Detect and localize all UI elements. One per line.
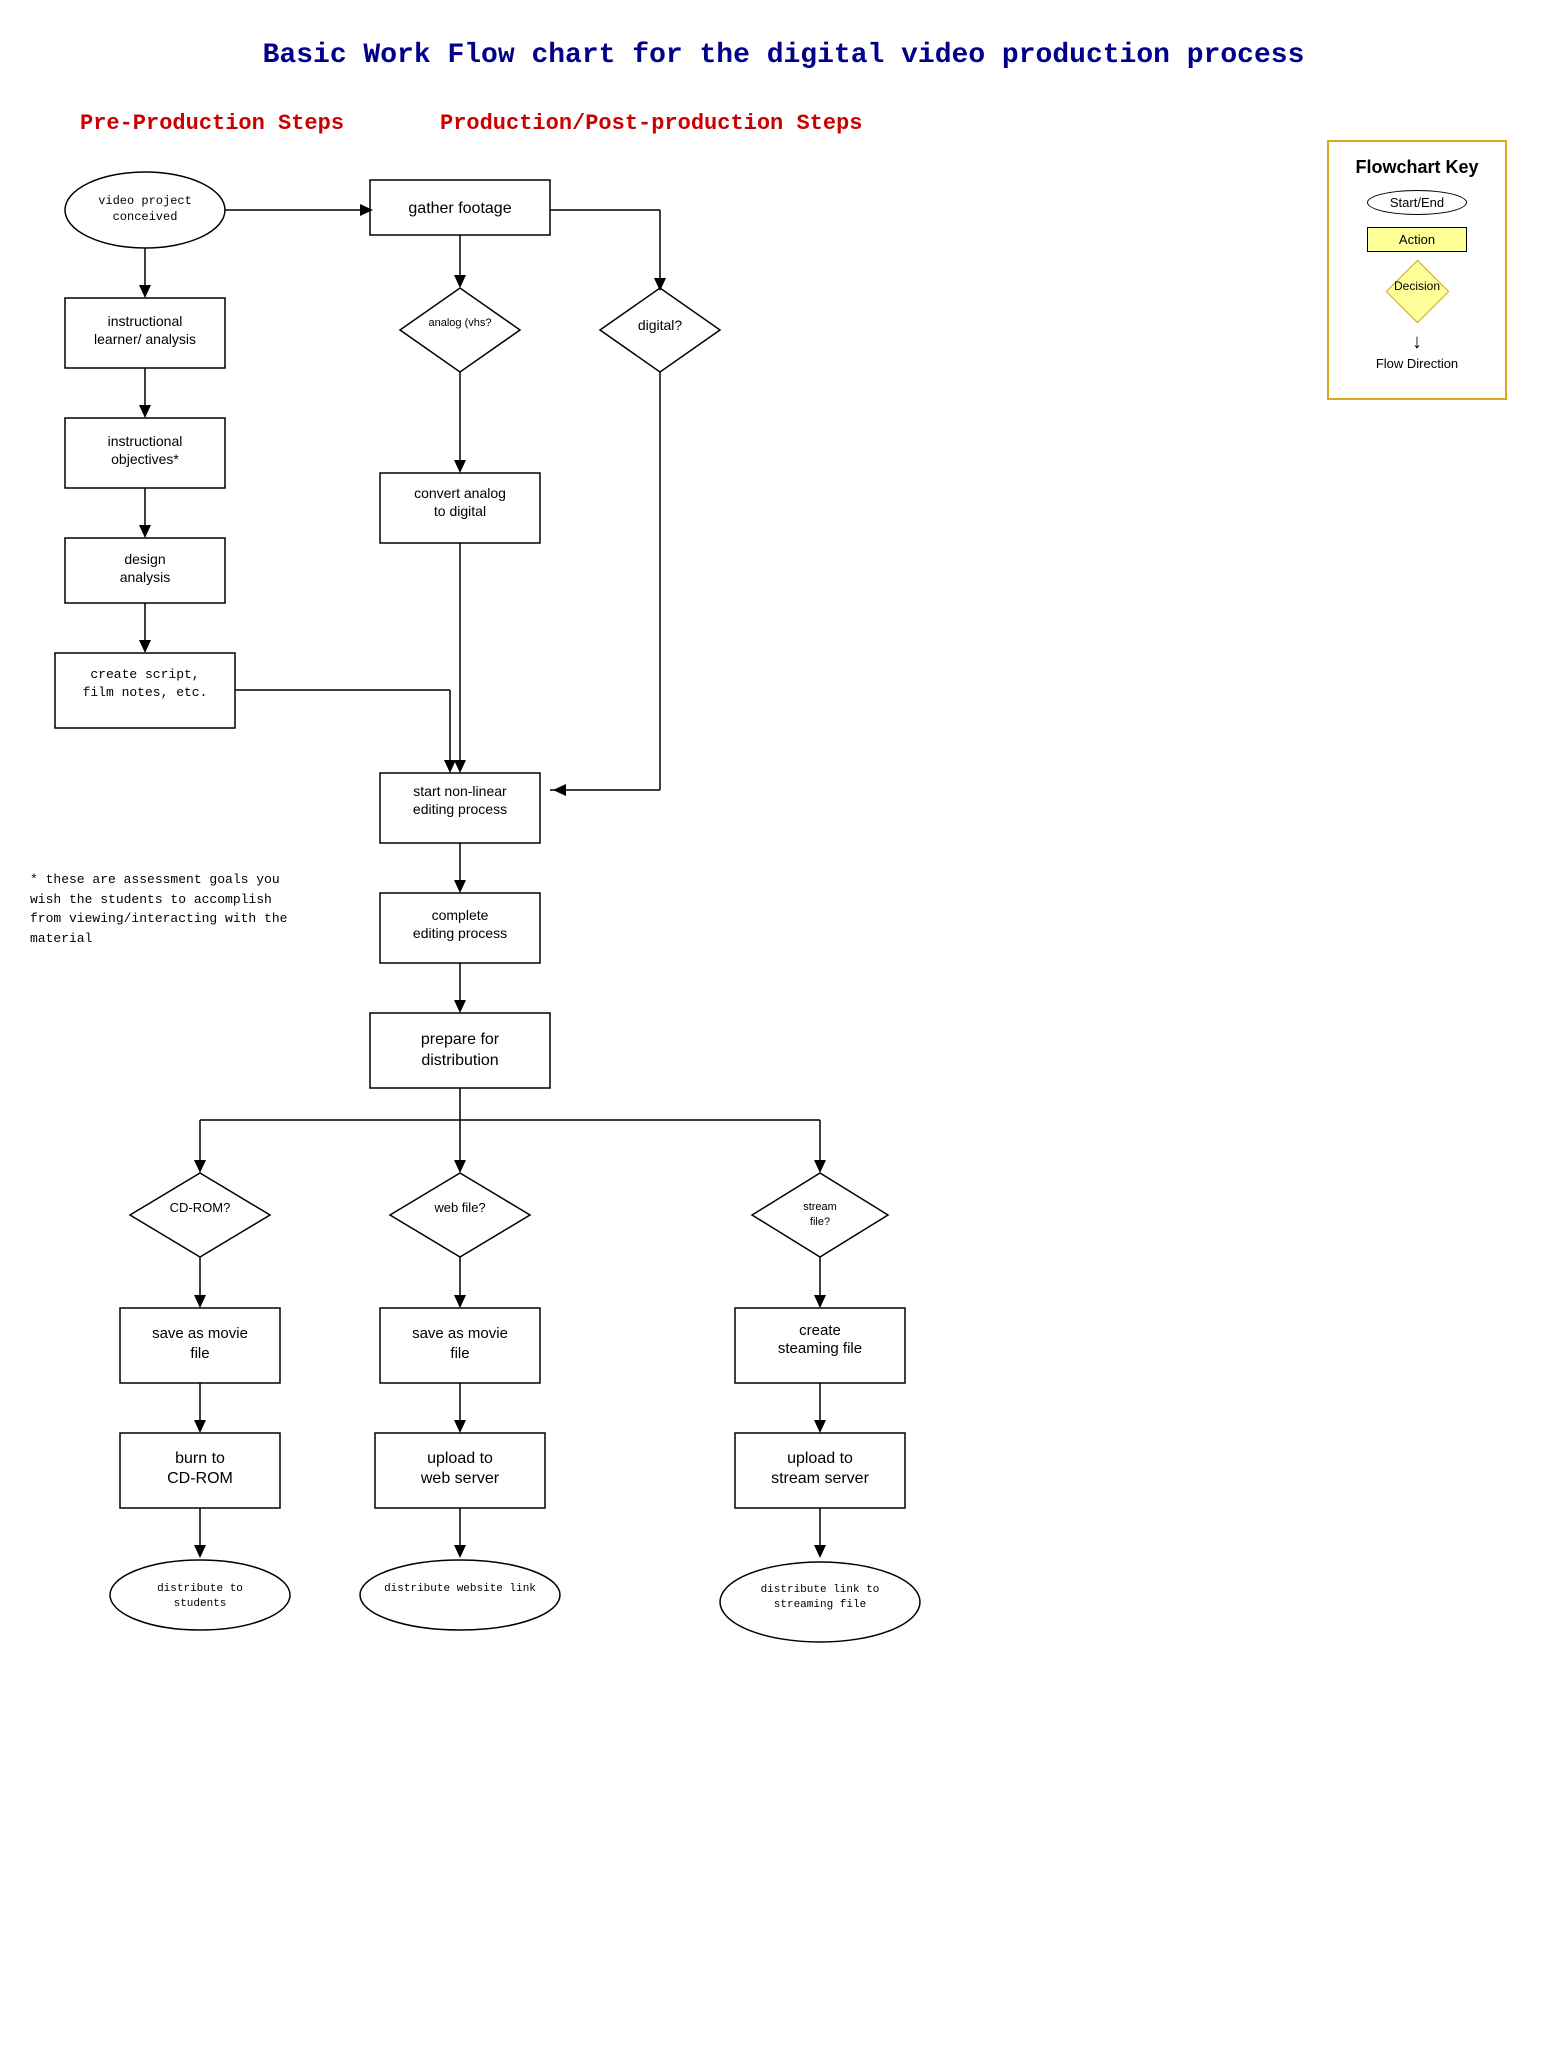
footnote: * these are assessment goals you wish th…: [30, 870, 310, 948]
svg-text:to digital: to digital: [434, 503, 486, 519]
svg-text:instructional: instructional: [108, 313, 183, 329]
svg-text:start non-linear: start non-linear: [413, 783, 507, 799]
svg-text:file?: file?: [810, 1216, 830, 1228]
key-start-end: Start/End: [1349, 190, 1485, 215]
main-title: Basic Work Flow chart for the digital vi…: [60, 40, 1507, 71]
svg-text:CD-ROM: CD-ROM: [167, 1470, 233, 1487]
svg-text:file: file: [190, 1345, 209, 1362]
svg-text:web server: web server: [420, 1470, 500, 1487]
svg-text:design: design: [124, 551, 165, 567]
svg-text:students: students: [174, 1598, 227, 1610]
svg-text:conceived: conceived: [113, 210, 178, 224]
svg-text:film notes, etc.: film notes, etc.: [83, 685, 208, 700]
flowchart-key: Flowchart Key Start/End Action Decision …: [1327, 140, 1507, 400]
svg-text:video project: video project: [98, 194, 192, 208]
key-decision: Decision: [1349, 264, 1485, 319]
svg-text:editing process: editing process: [413, 801, 507, 817]
svg-text:distribute link to: distribute link to: [761, 1584, 880, 1596]
svg-text:save as movie: save as movie: [412, 1325, 508, 1342]
svg-text:stream server: stream server: [771, 1470, 869, 1487]
svg-text:create script,: create script,: [90, 667, 199, 682]
svg-text:CD-ROM?: CD-ROM?: [170, 1200, 231, 1215]
svg-text:distribute website link: distribute website link: [384, 1583, 536, 1595]
svg-text:complete: complete: [432, 907, 489, 923]
svg-text:stream: stream: [803, 1201, 837, 1213]
key-flow: ↓ Flow Direction: [1349, 331, 1485, 371]
svg-text:upload to: upload to: [787, 1450, 853, 1467]
key-flow-label: Flow Direction: [1376, 356, 1458, 371]
svg-text:analysis: analysis: [120, 569, 171, 585]
svg-text:editing process: editing process: [413, 925, 507, 941]
svg-text:file: file: [450, 1345, 469, 1362]
svg-text:instructional: instructional: [108, 433, 183, 449]
key-action: Action: [1349, 227, 1485, 252]
svg-text:distribution: distribution: [421, 1052, 498, 1069]
svg-text:streaming file: streaming file: [774, 1599, 866, 1611]
svg-text:steaming file: steaming file: [778, 1340, 862, 1357]
key-start-end-shape: Start/End: [1367, 190, 1467, 215]
page: Basic Work Flow chart for the digital vi…: [0, 0, 1567, 2048]
svg-text:digital?: digital?: [638, 317, 683, 333]
svg-text:save as movie: save as movie: [152, 1325, 248, 1342]
key-action-shape: Action: [1367, 227, 1467, 252]
flowchart-svg: video project conceived instructional le…: [0, 130, 1300, 1980]
svg-text:gather footage: gather footage: [408, 200, 511, 217]
svg-text:distribute to: distribute to: [157, 1583, 243, 1595]
svg-text:web file?: web file?: [433, 1200, 485, 1215]
svg-text:analog (vhs?: analog (vhs?: [429, 317, 492, 329]
svg-text:burn to: burn to: [175, 1450, 225, 1467]
svg-text:create: create: [799, 1322, 841, 1339]
key-flow-arrow: ↓: [1412, 331, 1422, 354]
svg-text:objectives*: objectives*: [111, 451, 179, 467]
key-title: Flowchart Key: [1349, 157, 1485, 178]
svg-text:convert analog: convert analog: [414, 485, 506, 501]
svg-text:learner/ analysis: learner/ analysis: [94, 331, 196, 347]
svg-text:prepare for: prepare for: [421, 1031, 500, 1048]
svg-text:upload to: upload to: [427, 1450, 493, 1467]
key-decision-label: Decision: [1377, 279, 1457, 293]
